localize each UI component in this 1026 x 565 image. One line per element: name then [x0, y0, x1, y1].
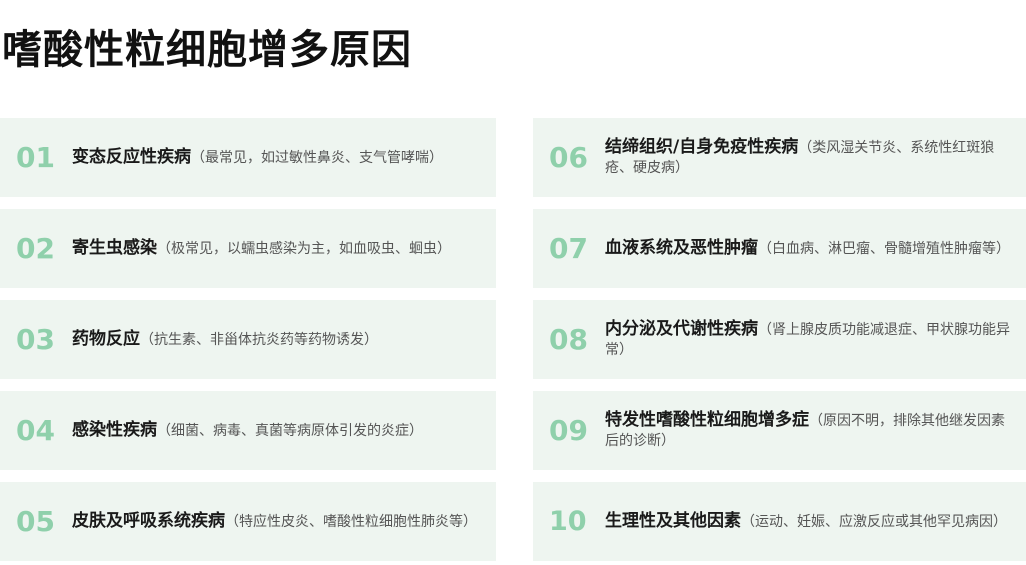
cause-number: 07 [549, 231, 588, 265]
cause-heading: 结缔组织/自身免疫性疾病 [605, 137, 799, 157]
cause-card-04: 04 感染性疾病（细菌、病毒、真菌等病原体引发的炎症） [0, 391, 496, 470]
cause-description: （特应性皮炎、嗜酸性粒细胞性肺炎等） [225, 514, 477, 530]
cause-text: 变态反应性疾病（最常见，如过敏性鼻炎、支气管哮喘） [72, 147, 496, 168]
cause-description: （运动、妊娠、应激反应或其他罕见病因） [741, 514, 1007, 530]
cause-card-01: 01 变态反应性疾病（最常见，如过敏性鼻炎、支气管哮喘） [0, 118, 496, 197]
cause-text: 血液系统及恶性肿瘤（白血病、淋巴瘤、骨髓增殖性肿瘤等） [605, 238, 1026, 259]
page-title: 嗜酸性粒细胞增多原因 [2, 27, 412, 73]
cause-number: 01 [16, 140, 55, 174]
cause-heading: 生理性及其他因素 [605, 511, 741, 531]
cause-text: 药物反应（抗生素、非甾体抗炎药等药物诱发） [72, 329, 496, 350]
cause-card-06: 06 结缔组织/自身免疫性疾病（类风湿关节炎、系统性红斑狼疮、硬皮病） [533, 118, 1026, 197]
cause-card-03: 03 药物反应（抗生素、非甾体抗炎药等药物诱发） [0, 300, 496, 379]
cause-description: （白血病、淋巴瘤、骨髓增殖性肿瘤等） [758, 241, 1010, 257]
cause-number: 10 [549, 506, 587, 537]
cause-card-07: 07 血液系统及恶性肿瘤（白血病、淋巴瘤、骨髓增殖性肿瘤等） [533, 209, 1026, 288]
cause-description: （细菌、病毒、真菌等病原体引发的炎症） [157, 423, 423, 439]
cause-card-05: 05 皮肤及呼吸系统疾病（特应性皮炎、嗜酸性粒细胞性肺炎等） [0, 482, 496, 561]
cause-text: 感染性疾病（细菌、病毒、真菌等病原体引发的炎症） [72, 420, 496, 441]
cause-number: 06 [549, 140, 588, 174]
cause-card-09: 09 特发性嗜酸性粒细胞增多症（原因不明，排除其他继发因素后的诊断） [533, 391, 1026, 470]
cause-heading: 寄生虫感染 [72, 238, 157, 258]
cause-card-10: 10 生理性及其他因素（运动、妊娠、应激反应或其他罕见病因） [533, 482, 1026, 561]
cause-heading: 特发性嗜酸性粒细胞增多症 [605, 410, 809, 430]
cause-heading: 皮肤及呼吸系统疾病 [72, 511, 225, 531]
cause-heading: 内分泌及代谢性疾病 [605, 319, 758, 339]
cause-number: 03 [16, 322, 55, 356]
cause-number: 05 [16, 504, 55, 538]
cause-heading: 血液系统及恶性肿瘤 [605, 238, 758, 258]
cause-text: 内分泌及代谢性疾病（肾上腺皮质功能减退症、甲状腺功能异常） [605, 319, 1026, 360]
cause-text: 生理性及其他因素（运动、妊娠、应激反应或其他罕见病因） [605, 511, 1026, 532]
cause-grid: 01 变态反应性疾病（最常见，如过敏性鼻炎、支气管哮喘） 02 寄生虫感染（极常… [0, 118, 1026, 561]
cause-text: 结缔组织/自身免疫性疾病（类风湿关节炎、系统性红斑狼疮、硬皮病） [605, 137, 1026, 178]
cause-heading: 药物反应 [72, 329, 140, 349]
cause-number: 02 [16, 231, 55, 265]
cause-card-02: 02 寄生虫感染（极常见，以蠕虫感染为主，如血吸虫、蛔虫） [0, 209, 496, 288]
cause-number: 04 [16, 413, 55, 447]
cause-description: （最常见，如过敏性鼻炎、支气管哮喘） [191, 150, 443, 166]
cause-heading: 感染性疾病 [72, 420, 157, 440]
cause-text: 寄生虫感染（极常见，以蠕虫感染为主，如血吸虫、蛔虫） [72, 238, 496, 259]
cause-number: 09 [549, 413, 588, 447]
cause-heading: 变态反应性疾病 [72, 147, 191, 167]
cause-text: 特发性嗜酸性粒细胞增多症（原因不明，排除其他继发因素后的诊断） [605, 410, 1026, 451]
cause-description: （极常见，以蠕虫感染为主，如血吸虫、蛔虫） [157, 241, 451, 257]
cause-description: （抗生素、非甾体抗炎药等药物诱发） [140, 332, 378, 348]
cause-card-08: 08 内分泌及代谢性疾病（肾上腺皮质功能减退症、甲状腺功能异常） [533, 300, 1026, 379]
cause-text: 皮肤及呼吸系统疾病（特应性皮炎、嗜酸性粒细胞性肺炎等） [72, 511, 496, 532]
cause-number: 08 [549, 322, 588, 356]
